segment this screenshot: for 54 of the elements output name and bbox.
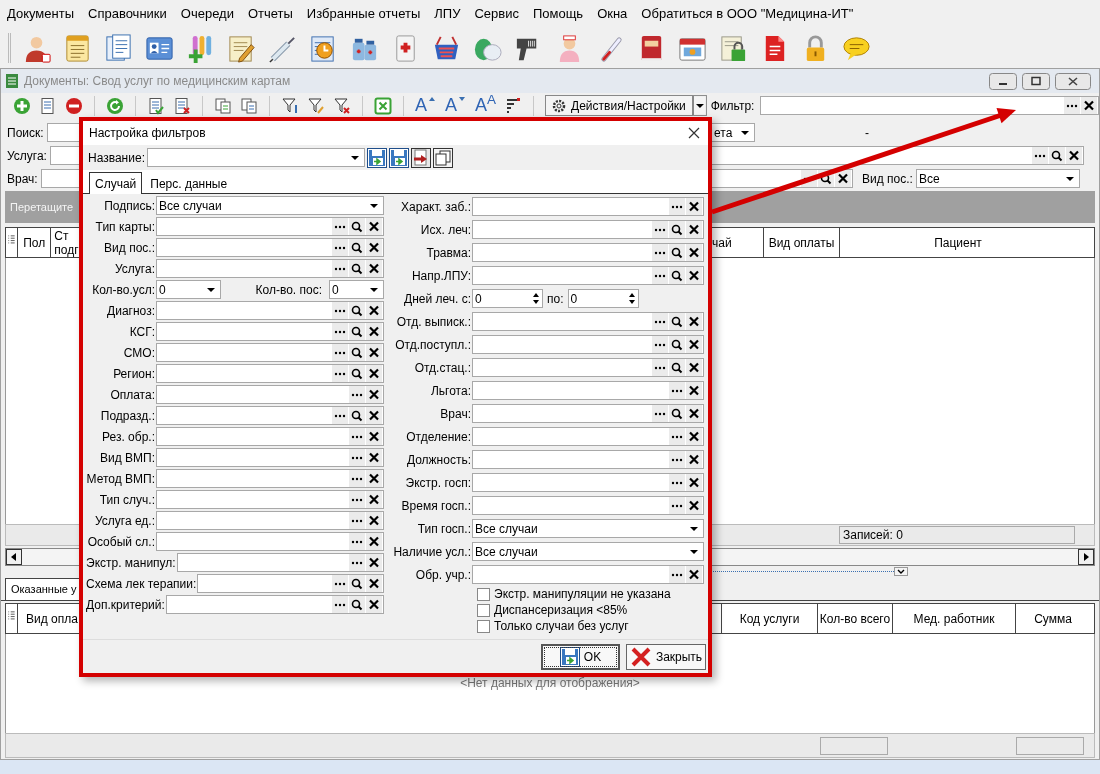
field-label: Тип случ.:: [98, 491, 155, 509]
checkbox-label: Только случаи без услуг: [494, 618, 629, 635]
field-label: по:: [546, 290, 565, 308]
field-label: КСГ:: [128, 323, 155, 341]
checkbox-label: Диспансеризация <85%: [494, 602, 628, 619]
field-label: Тип карты:: [94, 218, 155, 236]
dialog-title: Настройка фильтров: [89, 125, 206, 142]
field-label: Поиск:: [7, 124, 44, 142]
field-label: Доп.критерий:: [86, 596, 165, 614]
field-label: Название:: [88, 149, 145, 167]
field-label: Врач:: [439, 405, 471, 423]
field-label: Диагноз:: [106, 302, 155, 320]
field-label: Подпись:: [103, 197, 155, 215]
field-label: Характ. заб.:: [400, 198, 471, 216]
field-label: Особый сл.:: [86, 533, 155, 551]
field-label: Вид ВМП:: [99, 449, 155, 467]
field-label: Обр. учр.:: [414, 566, 471, 584]
field-label: Схема лек терапии:: [86, 575, 197, 593]
field-label: Оплата:: [109, 386, 155, 404]
field-label: Кол-во. пос:: [254, 281, 323, 299]
field-label: Отделение:: [405, 428, 471, 446]
field-label: Отд. выписк.:: [395, 313, 471, 331]
window-title: Документы: Свод услуг по медицинским картам: [24, 73, 291, 90]
field-label: Травма:: [425, 244, 471, 262]
field-label: Дней леч. с:: [403, 290, 471, 308]
field-label: Наличие усл.:: [392, 543, 471, 561]
field-label: Услуга:: [114, 260, 155, 278]
field-label: Вид пос.:: [862, 170, 913, 188]
field-label: Исх. леч:: [419, 221, 471, 239]
field-label: Услуга ед.:: [93, 512, 155, 530]
field-label: Кол-во.усл:: [91, 281, 155, 299]
filter-label: Фильтр:: [710, 97, 755, 115]
field-label: Отд.поступл.:: [394, 336, 471, 354]
field-label: Подразд.:: [99, 407, 155, 425]
field-label: Льгота:: [429, 382, 471, 400]
field-label: Регион:: [112, 365, 155, 383]
field-label: Время госп.:: [400, 497, 471, 515]
field-label: Отд.стац.:: [413, 359, 471, 377]
field-label: Услуга:: [7, 147, 47, 165]
range-dash: -: [865, 124, 869, 142]
field-label: СМО:: [122, 344, 155, 362]
field-label: Метод ВМП:: [86, 470, 155, 488]
group-hint: Перетащите: [10, 199, 74, 215]
field-label: Должность:: [405, 451, 471, 469]
field-label: Тип госп.:: [416, 520, 471, 538]
field-label: Экстр. манипул:: [86, 554, 176, 572]
field-label: Рез. обр.:: [101, 428, 155, 446]
field-label: Напр.ЛПУ:: [410, 267, 471, 285]
field-label: Экстр. госп:: [404, 474, 471, 492]
empty-message: <Нет данных для отображения>: [460, 675, 640, 692]
field-label: Врач:: [7, 170, 38, 188]
record-count: Записей: 0: [839, 526, 1075, 544]
field-label: Вид пос.:: [103, 239, 155, 257]
checkbox-label: Экстр. манипуляции не указана: [494, 586, 671, 603]
